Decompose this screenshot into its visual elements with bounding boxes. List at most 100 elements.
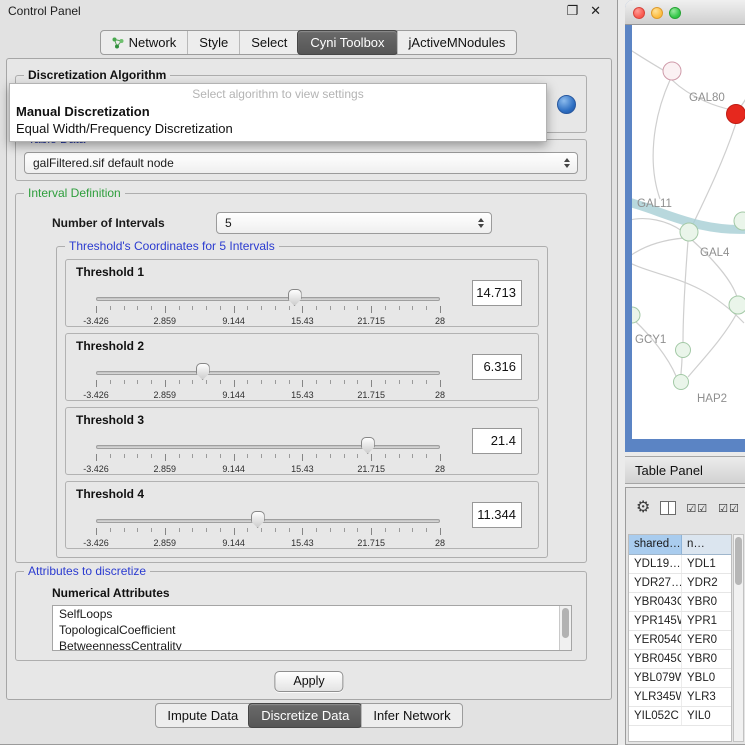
scrollbar-thumb[interactable] xyxy=(562,608,569,638)
tick-mark xyxy=(289,306,290,310)
network-node[interactable] xyxy=(729,296,745,314)
table-cell[interactable]: YDR2 xyxy=(682,574,731,592)
columns-icon[interactable] xyxy=(660,501,676,515)
tick-label: -3.426 xyxy=(83,464,109,474)
tick-mark xyxy=(192,380,193,384)
table-row[interactable]: YBL079W YBL0 xyxy=(629,669,731,688)
select-column-checkboxes-icon[interactable]: ☑☑ xyxy=(718,502,740,515)
tab-jactivemnodules[interactable]: jActiveMNodules xyxy=(397,31,517,54)
dropdown-placeholder-item[interactable]: Select algorithm to view settings xyxy=(10,84,546,103)
slider-track[interactable] xyxy=(96,445,440,449)
tab-discretize-data[interactable]: Discretize Data xyxy=(248,703,362,728)
attributes-scrollbar[interactable] xyxy=(559,606,571,650)
zoom-traffic-light[interactable] xyxy=(669,7,681,19)
slider-handle[interactable] xyxy=(288,289,302,306)
tab-impute-data[interactable]: Impute Data xyxy=(156,704,249,727)
network-canvas[interactable]: GAL80 GAL11 GAL4 GCY1 HAP2 xyxy=(632,25,745,439)
table-cell[interactable]: YBR045C xyxy=(629,650,682,668)
table-cell[interactable]: YDR27… xyxy=(629,574,682,592)
tab-style[interactable]: Style xyxy=(187,31,239,54)
tick-mark xyxy=(179,306,180,310)
table-cell[interactable]: YIL052C xyxy=(629,707,682,725)
table-cell[interactable]: YPR1 xyxy=(682,612,731,630)
table-row[interactable]: YDR27… YDR2 xyxy=(629,574,731,593)
tick-mark xyxy=(234,306,235,313)
table-row[interactable]: YBR043C YBR0 xyxy=(629,593,731,612)
tick-label: 21.715 xyxy=(357,464,385,474)
table-cell[interactable]: YDL1 xyxy=(682,555,731,573)
slider-track[interactable] xyxy=(96,519,440,523)
network-node[interactable] xyxy=(663,62,681,80)
column-header-shared-name[interactable]: shared… xyxy=(629,535,682,554)
help-button[interactable] xyxy=(557,95,576,114)
tab-infer-network[interactable]: Infer Network xyxy=(361,704,461,727)
threshold-value-field[interactable]: 14.713 xyxy=(472,280,522,306)
table-cell[interactable]: YBR0 xyxy=(682,593,731,611)
number-of-intervals-combobox[interactable]: 5 xyxy=(216,212,492,234)
slider-track[interactable] xyxy=(96,371,440,375)
scrollbar-thumb[interactable] xyxy=(735,537,742,585)
list-item[interactable]: SelfLoops xyxy=(53,606,571,622)
gear-icon[interactable]: ⚙ xyxy=(636,500,650,516)
network-node[interactable] xyxy=(676,343,691,358)
table-row[interactable]: YPR145W YPR1 xyxy=(629,612,731,631)
threshold-slider[interactable]: -3.4262.8599.14415.4321.71528 xyxy=(96,445,440,449)
network-node[interactable] xyxy=(632,307,640,323)
threshold-slider[interactable]: -3.4262.8599.14415.4321.71528 xyxy=(96,297,440,301)
minimize-traffic-light[interactable] xyxy=(651,7,663,19)
table-cell[interactable]: YER0 xyxy=(682,631,731,649)
table-cell[interactable]: YLR345W xyxy=(629,688,682,706)
tick-mark xyxy=(206,380,207,384)
dropdown-option[interactable]: Equal Width/Frequency Discretization xyxy=(10,120,546,137)
table-cell[interactable]: YBR043C xyxy=(629,593,682,611)
slider-track[interactable] xyxy=(96,297,440,301)
table-scrollbar[interactable] xyxy=(733,534,744,742)
threshold-value-field[interactable]: 6.316 xyxy=(472,354,522,380)
slider-handle[interactable] xyxy=(251,511,265,528)
network-node[interactable] xyxy=(680,223,698,241)
threshold-slider[interactable]: -3.4262.8599.14415.4321.71528 xyxy=(96,371,440,375)
table-cell[interactable]: YDL19… xyxy=(629,555,682,573)
tick-mark xyxy=(330,380,331,384)
tab-select[interactable]: Select xyxy=(239,31,298,54)
table-row[interactable]: YER054C YER0 xyxy=(629,631,731,650)
threshold-slider[interactable]: -3.4262.8599.14415.4321.71528 xyxy=(96,519,440,523)
column-header-name[interactable]: n… xyxy=(682,535,731,554)
table-row[interactable]: YLR345W YLR3 xyxy=(629,688,731,707)
slider-handle[interactable] xyxy=(361,437,375,454)
table-cell[interactable]: YBL079W xyxy=(629,669,682,687)
float-window-icon[interactable]: ❐ xyxy=(566,3,578,19)
table-row[interactable]: YIL052C YIL0 xyxy=(629,707,731,726)
threshold-value-field[interactable]: 11.344 xyxy=(472,502,522,528)
tick-mark xyxy=(261,306,262,310)
tick-mark xyxy=(371,306,372,313)
tick-mark xyxy=(412,528,413,532)
table-cell[interactable]: YBL0 xyxy=(682,669,731,687)
tick-label: 2.859 xyxy=(154,390,177,400)
table-data-combobox[interactable]: galFiltered.sif default node xyxy=(24,152,578,174)
tick-mark xyxy=(165,306,166,313)
close-window-icon[interactable]: ✕ xyxy=(590,3,601,19)
slider-handle[interactable] xyxy=(196,363,210,380)
table-cell[interactable]: YIL0 xyxy=(682,707,731,725)
table-cell[interactable]: YBR0 xyxy=(682,650,731,668)
table-cell[interactable]: YER054C xyxy=(629,631,682,649)
list-item[interactable]: BetweennessCentrality xyxy=(53,638,571,651)
select-all-checkboxes-icon[interactable]: ☑☑ xyxy=(686,502,708,515)
dropdown-option[interactable]: Manual Discretization xyxy=(10,103,546,120)
list-item[interactable]: TopologicalCoefficient xyxy=(53,622,571,638)
close-traffic-light[interactable] xyxy=(633,7,645,19)
table-cell[interactable]: YPR145W xyxy=(629,612,682,630)
apply-button[interactable]: Apply xyxy=(274,671,343,692)
threshold-value-field[interactable]: 21.4 xyxy=(472,428,522,454)
table-row[interactable]: YBR045C YBR0 xyxy=(629,650,731,669)
network-node-highlighted[interactable] xyxy=(727,105,745,124)
numerical-attributes-list[interactable]: SelfLoops TopologicalCoefficient Between… xyxy=(52,605,572,651)
table-data-group: Table Data galFiltered.sif default node xyxy=(15,139,587,181)
tab-network[interactable]: Network xyxy=(101,31,188,54)
network-node[interactable] xyxy=(674,375,689,390)
table-cell[interactable]: YLR3 xyxy=(682,688,731,706)
tab-cyni-toolbox[interactable]: Cyni Toolbox xyxy=(297,30,397,55)
table-row[interactable]: YDL19… YDL1 xyxy=(629,555,731,574)
tick-mark xyxy=(179,528,180,532)
